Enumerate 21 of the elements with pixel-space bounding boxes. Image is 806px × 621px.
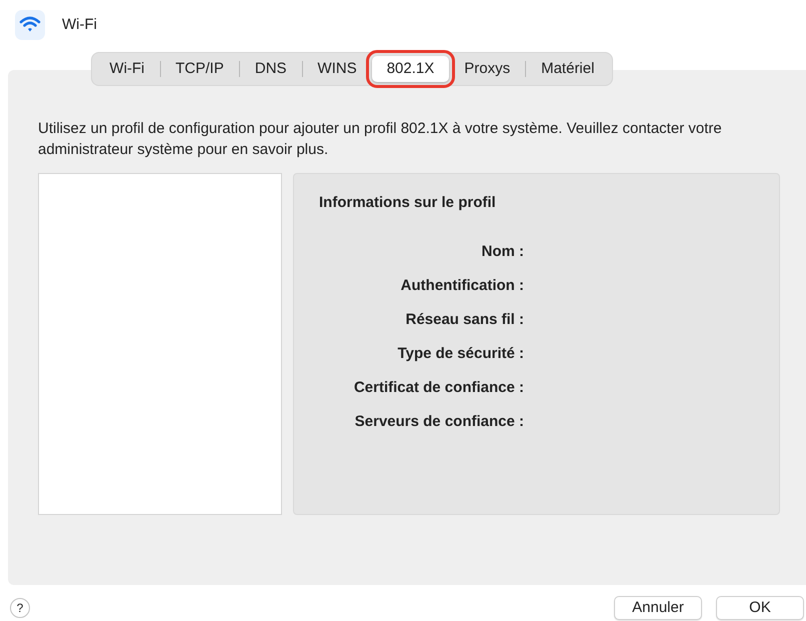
field-label: Nom :	[480, 242, 524, 260]
tab[interactable]: WINS	[302, 56, 372, 82]
field-label: Serveurs de confiance :	[354, 412, 524, 430]
tab[interactable]: TCP/IP	[160, 56, 239, 82]
window-title: Wi-Fi	[62, 14, 97, 35]
field-label: Réseau sans fil :	[404, 310, 524, 328]
description-text: Utilisez un profil de configuration pour ajouter un profil 802.1X à votre système. Veuillez contacter votre administrateur système pour en savoir plus.	[38, 119, 723, 160]
tab[interactable]: Wi-Fi	[94, 56, 160, 82]
profile-list[interactable]	[38, 173, 282, 515]
wifi-icon	[15, 10, 45, 40]
tab[interactable]: Proxys	[449, 56, 526, 82]
tab[interactable]: 802.1X	[372, 56, 450, 82]
tab[interactable]: Matériel	[526, 56, 610, 82]
dialog-button[interactable]: Annuler	[614, 596, 702, 620]
tab[interactable]: DNS	[240, 56, 302, 82]
help-button[interactable]: ?	[10, 598, 30, 618]
field-label: Authentification :	[400, 276, 524, 294]
field-label: Type de sécurité :	[396, 344, 524, 362]
dialog-button[interactable]: OK	[716, 596, 804, 620]
field-label: Certificat de confiance :	[352, 378, 524, 396]
panel-title: Informations sur le profil	[319, 193, 497, 213]
